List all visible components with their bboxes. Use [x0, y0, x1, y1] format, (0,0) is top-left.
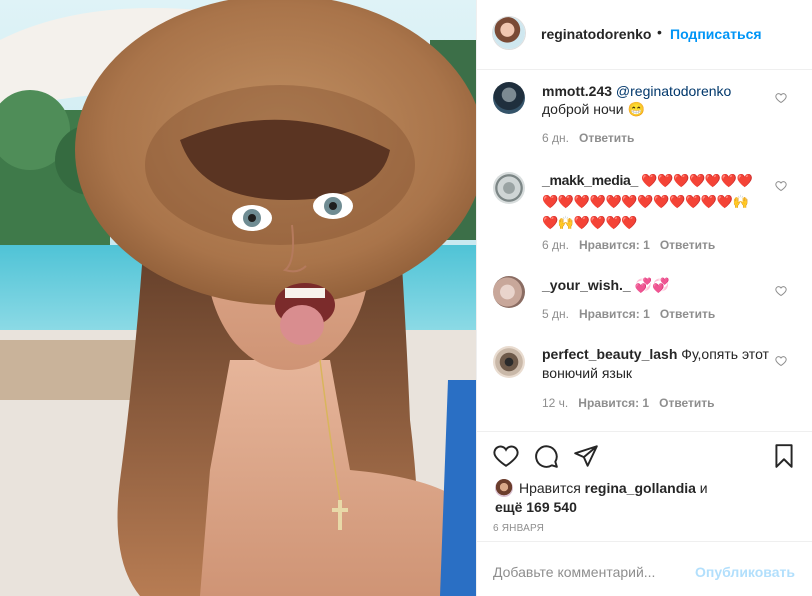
- comment-meta: 5 дн. Нравится: 1 Ответить: [542, 307, 725, 321]
- likes-prefix: Нравится: [519, 480, 585, 496]
- commenter-avatar[interactable]: [493, 346, 525, 378]
- comment-username[interactable]: _makk_media_: [542, 172, 638, 188]
- follow-button[interactable]: Подписаться: [670, 26, 762, 42]
- reply-button[interactable]: Ответить: [660, 238, 715, 252]
- comment-likes[interactable]: Нравится: 1: [578, 396, 649, 410]
- reply-button[interactable]: Ответить: [579, 131, 634, 145]
- post-image: [0, 0, 476, 596]
- comment-icon[interactable]: [533, 443, 559, 469]
- comment-input[interactable]: [493, 564, 673, 580]
- commenter-avatar[interactable]: [493, 172, 525, 204]
- add-comment-bar: Опубликовать: [477, 541, 812, 596]
- comment-body: 💞💞: [630, 277, 670, 293]
- commenter-avatar[interactable]: [493, 82, 525, 114]
- comment-body: доброй ночи 😁: [542, 101, 645, 117]
- comment-like-icon[interactable]: [775, 180, 787, 192]
- author-avatar[interactable]: [493, 17, 525, 49]
- reply-button[interactable]: Ответить: [659, 396, 714, 410]
- likes-text: Нравится regina_gollandia и: [519, 479, 769, 498]
- liker-username[interactable]: regina_gollandia: [585, 480, 696, 496]
- comment-time[interactable]: 5 дн.: [542, 307, 569, 321]
- comment-time[interactable]: 6 дн.: [542, 238, 569, 252]
- bookmark-icon[interactable]: [771, 443, 797, 469]
- comment-likes[interactable]: Нравится: 1: [579, 238, 650, 252]
- heart-icon[interactable]: [493, 443, 519, 469]
- reply-button[interactable]: Ответить: [660, 307, 715, 321]
- comment-mention[interactable]: @reginatodorenko: [616, 83, 731, 99]
- comment-username[interactable]: mmott.243: [542, 83, 612, 99]
- post-actions: Нравится regina_gollandia и ещё 169 540 …: [477, 431, 812, 552]
- comment-like-icon[interactable]: [775, 285, 787, 297]
- comment-time[interactable]: 6 дн.: [542, 131, 569, 145]
- author-username[interactable]: reginatodorenko: [541, 26, 651, 42]
- comment-text: mmott.243 @reginatodorenko доброй ночи 😁: [542, 82, 782, 118]
- comment-meta: 6 дн. Ответить: [542, 131, 644, 145]
- comment-username[interactable]: _your_wish._: [542, 277, 631, 293]
- comment-text: perfect_beauty_lash Фу,опять этот вонючи…: [542, 345, 782, 383]
- comment-text: _your_wish._ 💞💞: [542, 276, 782, 294]
- comments-list[interactable]: mmott.243 @reginatodorenko доброй ночи 😁…: [477, 70, 812, 430]
- comment-time[interactable]: 12 ч.: [542, 396, 568, 410]
- comment-meta: 6 дн. Нравится: 1 Ответить: [542, 238, 725, 252]
- comment-username[interactable]: perfect_beauty_lash: [542, 346, 677, 362]
- post-date[interactable]: 6 ЯНВАРЯ: [493, 523, 544, 534]
- comment-like-icon[interactable]: [775, 355, 787, 367]
- post-photo[interactable]: [0, 0, 476, 596]
- commenter-avatar[interactable]: [493, 276, 525, 308]
- comment-like-icon[interactable]: [775, 92, 787, 104]
- comment-text: _makk_media_ ❤️❤️❤️❤️❤️❤️❤️❤️❤️❤️❤️❤️❤️❤…: [542, 170, 757, 233]
- post-sidebar: reginatodorenko • Подписаться mmott.243 …: [476, 0, 812, 596]
- likes-count[interactable]: ещё 169 540: [495, 499, 577, 515]
- liker-avatar[interactable]: [495, 479, 513, 497]
- post-header: reginatodorenko • Подписаться: [477, 0, 812, 70]
- post-comment-button[interactable]: Опубликовать: [695, 564, 795, 580]
- comment-meta: 12 ч. Нравится: 1 Ответить: [542, 396, 725, 410]
- comment-likes[interactable]: Нравится: 1: [579, 307, 650, 321]
- header-separator: •: [657, 24, 662, 40]
- share-icon[interactable]: [573, 443, 599, 469]
- likes-joiner: и: [695, 480, 708, 496]
